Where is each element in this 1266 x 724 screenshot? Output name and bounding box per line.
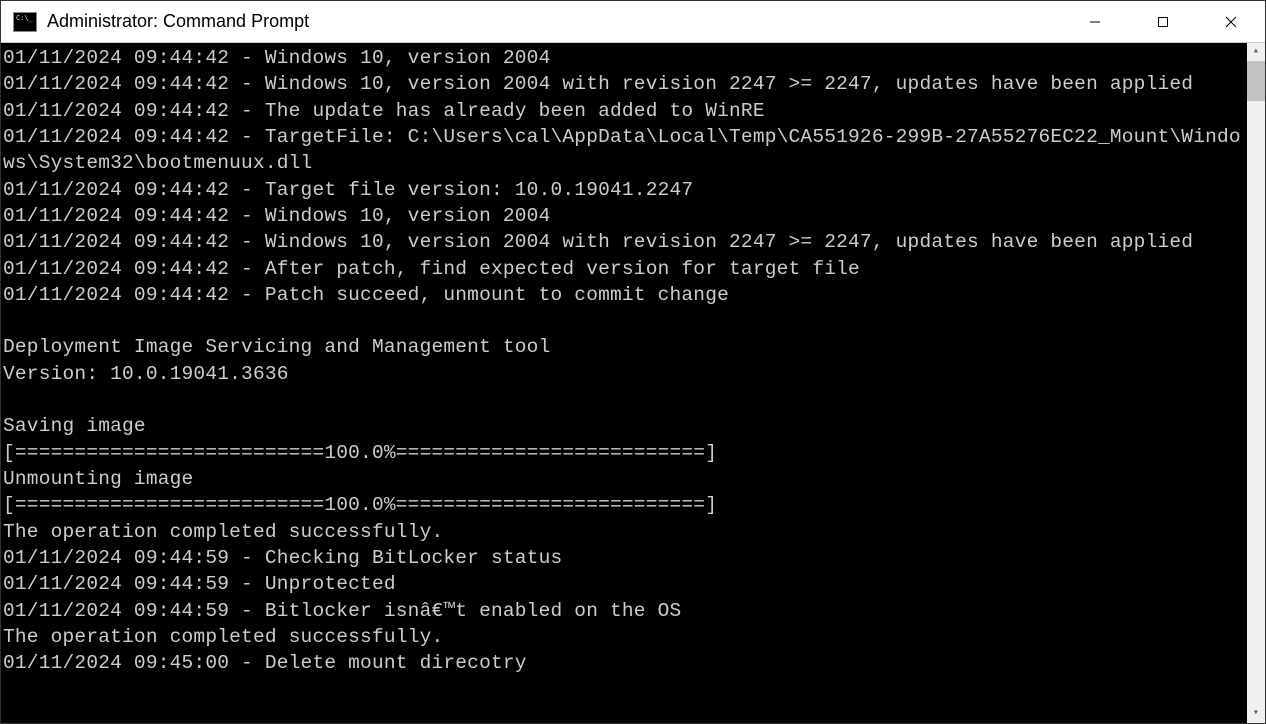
cmd-icon bbox=[13, 12, 37, 32]
window-controls bbox=[1061, 1, 1265, 42]
scroll-thumb[interactable] bbox=[1247, 61, 1265, 101]
scroll-track[interactable] bbox=[1247, 61, 1265, 705]
scroll-up-arrow[interactable]: ▴ bbox=[1247, 43, 1265, 61]
maximize-button[interactable] bbox=[1129, 1, 1197, 42]
console-viewport: 01/11/2024 09:44:42 - Windows 10, versio… bbox=[1, 43, 1265, 723]
window-title: Administrator: Command Prompt bbox=[47, 11, 1061, 32]
scroll-down-arrow[interactable]: ▾ bbox=[1247, 705, 1265, 723]
vertical-scrollbar[interactable]: ▴ ▾ bbox=[1247, 43, 1265, 723]
minimize-button[interactable] bbox=[1061, 1, 1129, 42]
close-button[interactable] bbox=[1197, 1, 1265, 42]
titlebar: Administrator: Command Prompt bbox=[1, 1, 1265, 43]
console-output[interactable]: 01/11/2024 09:44:42 - Windows 10, versio… bbox=[1, 43, 1247, 723]
